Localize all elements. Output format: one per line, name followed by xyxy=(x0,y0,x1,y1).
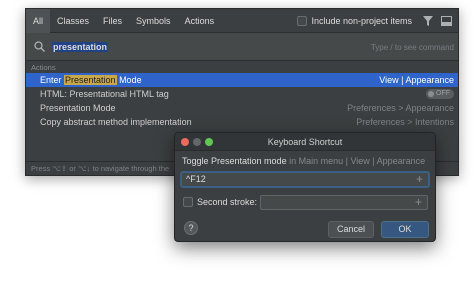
second-stroke-field[interactable]: + xyxy=(260,195,428,210)
second-stroke-toggle[interactable]: Second stroke: xyxy=(183,197,257,207)
include-non-project-label: Include non-project items xyxy=(311,15,412,26)
tab-actions[interactable]: Actions xyxy=(178,9,222,33)
action-description: Toggle Presentation mode in Main menu | … xyxy=(182,156,425,166)
result-label: Presentation Mode xyxy=(40,103,116,113)
search-bar: presentation Type / to see command xyxy=(26,33,458,61)
dialog-titlebar: Keyboard Shortcut xyxy=(175,133,435,151)
result-label: HTML: Presentational HTML tag xyxy=(40,89,169,99)
open-in-tool-window-icon[interactable] xyxy=(440,15,452,27)
result-location: Preferences > Intentions xyxy=(356,117,454,127)
tab-classes[interactable]: Classes xyxy=(50,9,96,33)
result-enter-presentation-mode[interactable]: Enter Presentation Mode View | Appearanc… xyxy=(26,73,458,87)
search-icon xyxy=(34,40,46,53)
result-location: View | Appearance xyxy=(379,75,454,85)
first-stroke-value: ^F12 xyxy=(186,174,206,184)
result-location: Preferences > Appearance xyxy=(347,103,454,113)
dialog-title: Keyboard Shortcut xyxy=(267,137,343,147)
add-second-stroke-icon[interactable]: + xyxy=(415,195,422,209)
result-presentation-mode[interactable]: Presentation Mode Preferences > Appearan… xyxy=(26,101,458,115)
tab-symbols[interactable]: Symbols xyxy=(129,9,178,33)
results-list: Enter Presentation Mode View | Appearanc… xyxy=(26,73,458,129)
first-stroke-field[interactable]: ^F12 + xyxy=(181,172,429,187)
results-group-label: Actions xyxy=(31,63,56,72)
help-button[interactable]: ? xyxy=(184,221,198,235)
search-input[interactable]: presentation xyxy=(52,41,109,52)
action-context: in Main menu | View | Appearance xyxy=(286,156,426,166)
include-non-project-toggle[interactable]: Include non-project items xyxy=(297,15,412,26)
action-name: Toggle Presentation mode xyxy=(182,156,287,166)
second-stroke-label: Second stroke: xyxy=(197,197,258,207)
result-copy-abstract-method[interactable]: Copy abstract method implementation Pref… xyxy=(26,115,458,129)
cancel-button[interactable]: Cancel xyxy=(328,221,374,238)
ok-button[interactable]: OK xyxy=(381,221,429,238)
off-toggle[interactable]: OFF xyxy=(426,89,454,99)
second-stroke-checkbox[interactable] xyxy=(183,197,193,207)
result-match-highlight: Presentation xyxy=(64,75,117,85)
result-text-before: Enter xyxy=(40,75,65,85)
scope-tabs: All Classes Files Symbols Actions Includ… xyxy=(26,9,458,33)
include-non-project-checkbox[interactable] xyxy=(297,15,308,26)
result-text-after: Mode xyxy=(116,75,142,85)
search-hint: Type / to see command xyxy=(370,43,454,52)
add-stroke-icon[interactable]: + xyxy=(416,172,423,186)
filter-icon[interactable] xyxy=(422,15,434,27)
keyboard-shortcut-dialog: Keyboard Shortcut Toggle Presentation mo… xyxy=(174,132,436,242)
tab-all[interactable]: All xyxy=(26,9,51,33)
tab-files[interactable]: Files xyxy=(96,9,129,33)
result-html-presentational-tag[interactable]: HTML: Presentational HTML tag OFF xyxy=(26,87,458,101)
result-label: Copy abstract method implementation xyxy=(40,117,192,127)
